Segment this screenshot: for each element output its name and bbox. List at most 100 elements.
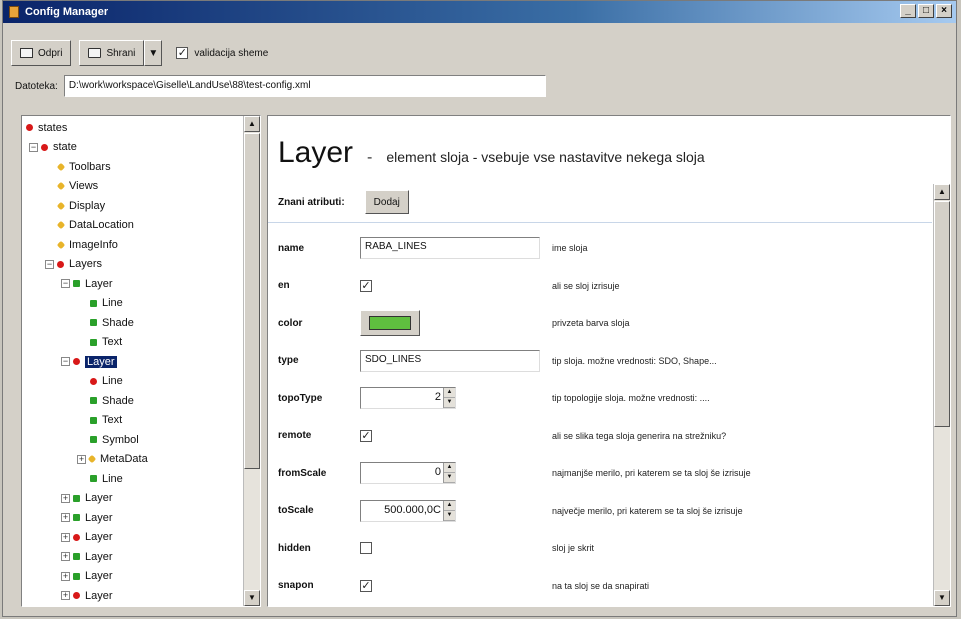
remote-checkbox[interactable]: ✓ — [360, 429, 372, 442]
config-manager-window: Config Manager _ □ × Odpri Shrani ▼ ✓ va… — [2, 0, 957, 617]
expand-icon[interactable]: + — [61, 513, 70, 522]
name-input[interactable]: RABA_LINES — [360, 237, 540, 259]
green-node-icon — [90, 338, 97, 346]
scroll-down-icon[interactable]: ▼ — [244, 590, 260, 606]
detail-panel: Layer - element sloja - vsebuje vse nast… — [267, 115, 951, 607]
red-node-icon — [73, 533, 80, 541]
tree-node[interactable]: Shade — [90, 391, 134, 410]
tree-node[interactable]: Line — [90, 294, 123, 313]
tree-node[interactable]: Text — [90, 411, 122, 430]
collapse-icon[interactable]: − — [61, 279, 70, 288]
save-button[interactable]: Shrani — [79, 40, 145, 66]
spin-down-icon[interactable]: ▼ — [444, 398, 455, 408]
tree-node[interactable]: − Layers — [45, 255, 102, 274]
spin-up-icon[interactable]: ▲ — [444, 500, 455, 511]
collapse-icon[interactable]: − — [45, 259, 54, 269]
tree-node[interactable]: + Layer — [61, 567, 113, 586]
tree-node-label: Text — [102, 336, 123, 348]
tree-node[interactable]: states — [26, 118, 67, 137]
spinner-buttons[interactable]: ▲ ▼ — [443, 388, 455, 408]
collapse-icon[interactable]: − — [61, 357, 70, 366]
en-checkbox[interactable]: ✓ — [360, 279, 372, 292]
expand-icon[interactable]: + — [61, 591, 70, 600]
tree-node[interactable]: − Layer — [61, 274, 113, 293]
tree-scroll-thumb[interactable] — [244, 133, 260, 469]
scroll-down-icon[interactable]: ▼ — [934, 590, 950, 606]
expand-icon[interactable]: + — [61, 552, 70, 561]
tree-node[interactable]: Line — [90, 469, 123, 488]
fromScale-value[interactable]: 0 — [361, 463, 443, 483]
tree-node[interactable]: ImageInfo — [56, 235, 118, 254]
detail-scrollbar[interactable]: ▲ ▼ — [933, 184, 950, 606]
open-button[interactable]: Odpri — [11, 40, 72, 66]
collapse-icon[interactable]: − — [29, 142, 38, 152]
spinner-buttons[interactable]: ▲ ▼ — [443, 463, 455, 483]
scroll-up-icon[interactable]: ▲ — [244, 116, 260, 132]
maximize-button[interactable]: □ — [918, 4, 934, 18]
topoType-value[interactable]: 2 — [361, 388, 443, 408]
property-name: name — [278, 242, 305, 254]
validation-option: ✓ validacija sheme — [176, 47, 268, 59]
tree-node-label: Views — [69, 180, 99, 192]
tree-scrollbar[interactable]: ▲ ▼ — [243, 116, 260, 606]
toScale-spinner[interactable]: 500.000,0C ▲ ▼ — [360, 499, 456, 522]
color-picker-button[interactable] — [360, 310, 420, 336]
spinner-buttons[interactable]: ▲ ▼ — [443, 500, 455, 521]
tree-node[interactable]: Line — [90, 372, 123, 391]
tree-node[interactable]: Views — [56, 177, 99, 196]
property-description: največje merilo, pri katerem se ta sloj … — [552, 505, 743, 516]
file-row: Datoteka: D:\work\workspace\Giselle\Land… — [15, 75, 546, 97]
property-description: ali se sloj izrisuje — [552, 280, 620, 291]
property-description: tip sloja. možne vrednosti: SDO, Shape..… — [552, 355, 717, 366]
minimize-button[interactable]: _ — [900, 4, 916, 18]
tree-node[interactable]: + MetaData — [77, 450, 148, 469]
save-dropdown-button[interactable]: ▼ — [144, 40, 163, 66]
property-value: ✓ — [360, 429, 552, 442]
property-row: fromScale 0 ▲ ▼ najmanjše merilo, pri katere… — [278, 459, 928, 487]
expand-icon[interactable]: + — [61, 493, 70, 503]
spin-down-icon[interactable]: ▼ — [444, 473, 455, 483]
file-path-field[interactable]: D:\work\workspace\Giselle\LandUse\88\tes… — [63, 75, 546, 97]
tree-node[interactable]: − state — [29, 138, 77, 157]
expand-icon[interactable]: + — [61, 532, 70, 542]
yellow-node-icon — [56, 220, 66, 230]
element-description: element sloja - vsebuje vse nastavitve n… — [386, 149, 705, 165]
validation-checkbox[interactable]: ✓ — [176, 47, 189, 59]
tree-node-label: Line — [102, 375, 123, 387]
tree-node[interactable]: − Layer — [61, 352, 117, 371]
topoType-spinner[interactable]: 2 ▲ ▼ — [360, 387, 456, 409]
config-tree-panel: states − state Toolbars Views Display DataLoca… — [21, 115, 261, 607]
hidden-checkbox[interactable] — [360, 542, 372, 554]
toScale-value[interactable]: 500.000,0C — [361, 501, 443, 521]
tree-node[interactable]: + Layer — [61, 528, 113, 547]
tree-node[interactable]: DataLocation — [56, 216, 134, 235]
tree-node-label: states — [38, 121, 68, 134]
tree-node-label: Layer — [85, 355, 117, 368]
tree-node[interactable]: Display — [56, 196, 105, 215]
tree-node[interactable]: + Layer — [61, 508, 113, 527]
tree-node[interactable]: Shade — [90, 313, 134, 332]
tree-node[interactable]: + Layer — [61, 547, 113, 566]
spin-up-icon[interactable]: ▲ — [444, 463, 455, 473]
expand-icon[interactable]: + — [77, 454, 86, 464]
tree-node[interactable]: Text — [90, 333, 122, 352]
tree-node[interactable]: Toolbars — [56, 157, 111, 176]
red-node-icon — [90, 377, 97, 385]
tree-node-label: Layer — [85, 511, 113, 524]
close-button[interactable]: × — [936, 4, 952, 18]
scroll-up-icon[interactable]: ▲ — [934, 184, 950, 200]
tree-node[interactable]: + Layer — [61, 586, 113, 605]
snapon-checkbox[interactable]: ✓ — [360, 579, 372, 592]
fromScale-spinner[interactable]: 0 ▲ ▼ — [360, 462, 456, 484]
open-button-label: Odpri — [38, 47, 63, 59]
type-input[interactable]: SDO_LINES — [360, 349, 540, 372]
tree-node[interactable]: + Layer — [61, 489, 113, 508]
yellow-node-icon — [56, 240, 66, 249]
expand-icon[interactable]: + — [61, 571, 70, 581]
detail-scroll-thumb[interactable] — [934, 201, 950, 427]
spin-up-icon[interactable]: ▲ — [444, 388, 455, 398]
tree-node[interactable]: Symbol — [90, 430, 139, 449]
add-attribute-button[interactable]: Dodaj — [364, 190, 409, 214]
spin-down-icon[interactable]: ▼ — [444, 510, 455, 521]
tree-node-label: Line — [102, 297, 123, 309]
